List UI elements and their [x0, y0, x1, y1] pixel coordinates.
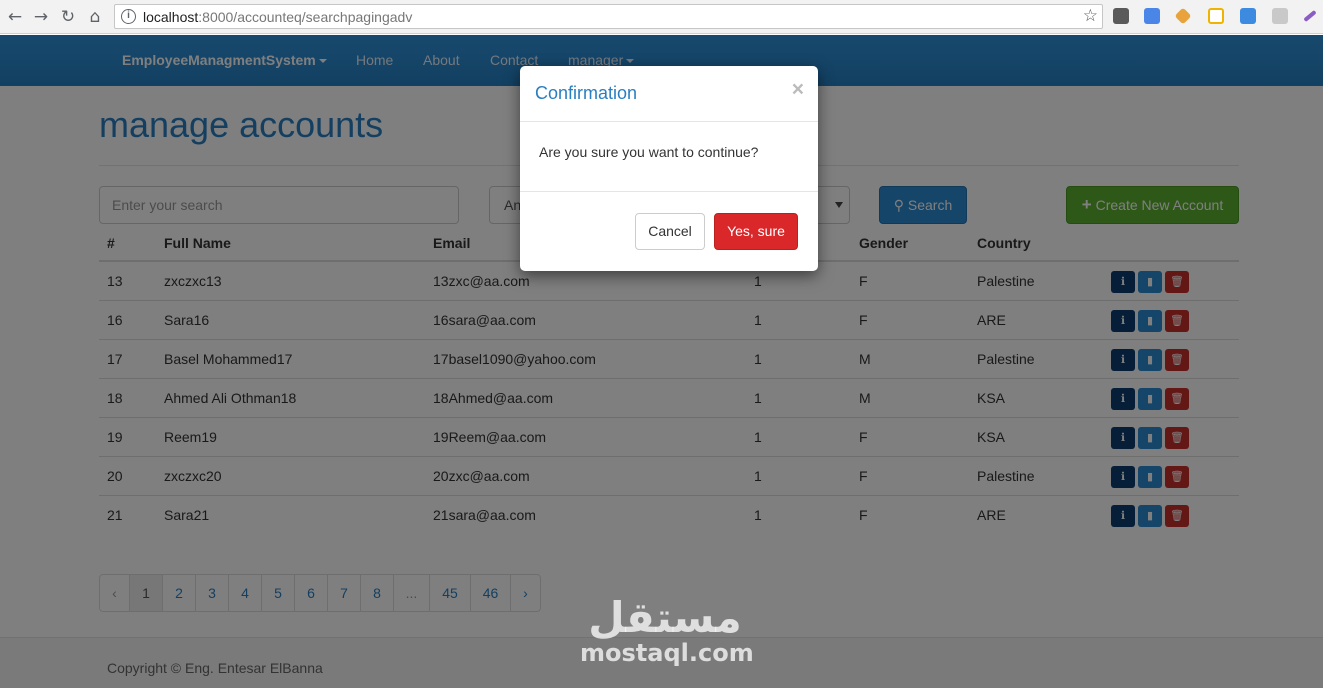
pen-icon[interactable] [1303, 9, 1317, 23]
cancel-button[interactable]: Cancel [635, 213, 705, 250]
modal-message: Are you sure you want to continue? [539, 144, 759, 160]
watermark-logo: مستقل mostaql.com [580, 593, 754, 667]
modal-header: Confirmation × [520, 66, 818, 122]
browser-toolbar: ← → ↻ ⌂ i localhost:8000/accounteq/searc… [0, 0, 1323, 34]
extension-icon[interactable] [1208, 8, 1224, 24]
back-icon[interactable]: ← [4, 6, 26, 28]
site-info-icon[interactable]: i [121, 9, 136, 24]
translate-icon[interactable] [1144, 8, 1160, 24]
modal-title: Confirmation [535, 83, 638, 103]
extension-icon[interactable] [1240, 8, 1256, 24]
reload-icon[interactable]: ↻ [57, 6, 79, 28]
extension-icon[interactable] [1174, 7, 1192, 25]
confirm-button[interactable]: Yes, sure [714, 213, 798, 250]
url-text: localhost:8000/accounteq/searchpagingadv [143, 9, 413, 25]
address-bar[interactable]: i localhost:8000/accounteq/searchpaginga… [114, 4, 1103, 29]
modal-footer-divider [520, 191, 818, 192]
watermark-latin: mostaql.com [580, 639, 754, 667]
close-icon[interactable]: × [792, 78, 804, 102]
extension-icon[interactable] [1113, 8, 1129, 24]
forward-icon[interactable]: → [30, 6, 52, 28]
confirmation-modal: Confirmation × Are you sure you want to … [520, 66, 818, 271]
dropbox-icon[interactable] [1272, 8, 1288, 24]
watermark-arabic: مستقل [588, 593, 742, 642]
bookmark-star-icon[interactable]: ☆ [1083, 6, 1098, 26]
home-icon[interactable]: ⌂ [84, 6, 106, 28]
